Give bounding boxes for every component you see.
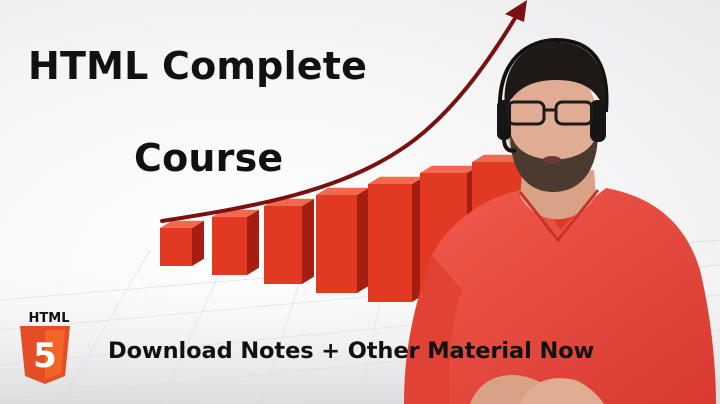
course-title-line-1: HTML Complete [28, 44, 368, 88]
download-notes-cta: Download Notes + Other Material Now [108, 338, 595, 364]
html5-badge-digit: 5 [33, 336, 57, 376]
bar-3 [264, 198, 314, 284]
bar-5 [368, 176, 424, 302]
course-title-line-2: Course [134, 136, 284, 180]
bar-4 [316, 187, 369, 293]
video-thumbnail[interactable]: HTML Complete Course HTML 5 Download Not… [0, 0, 720, 404]
html5-badge-label: HTML [28, 311, 70, 326]
html5-shield-icon: 5 [20, 326, 70, 384]
bar-1 [160, 220, 204, 266]
bar-2 [212, 209, 259, 275]
